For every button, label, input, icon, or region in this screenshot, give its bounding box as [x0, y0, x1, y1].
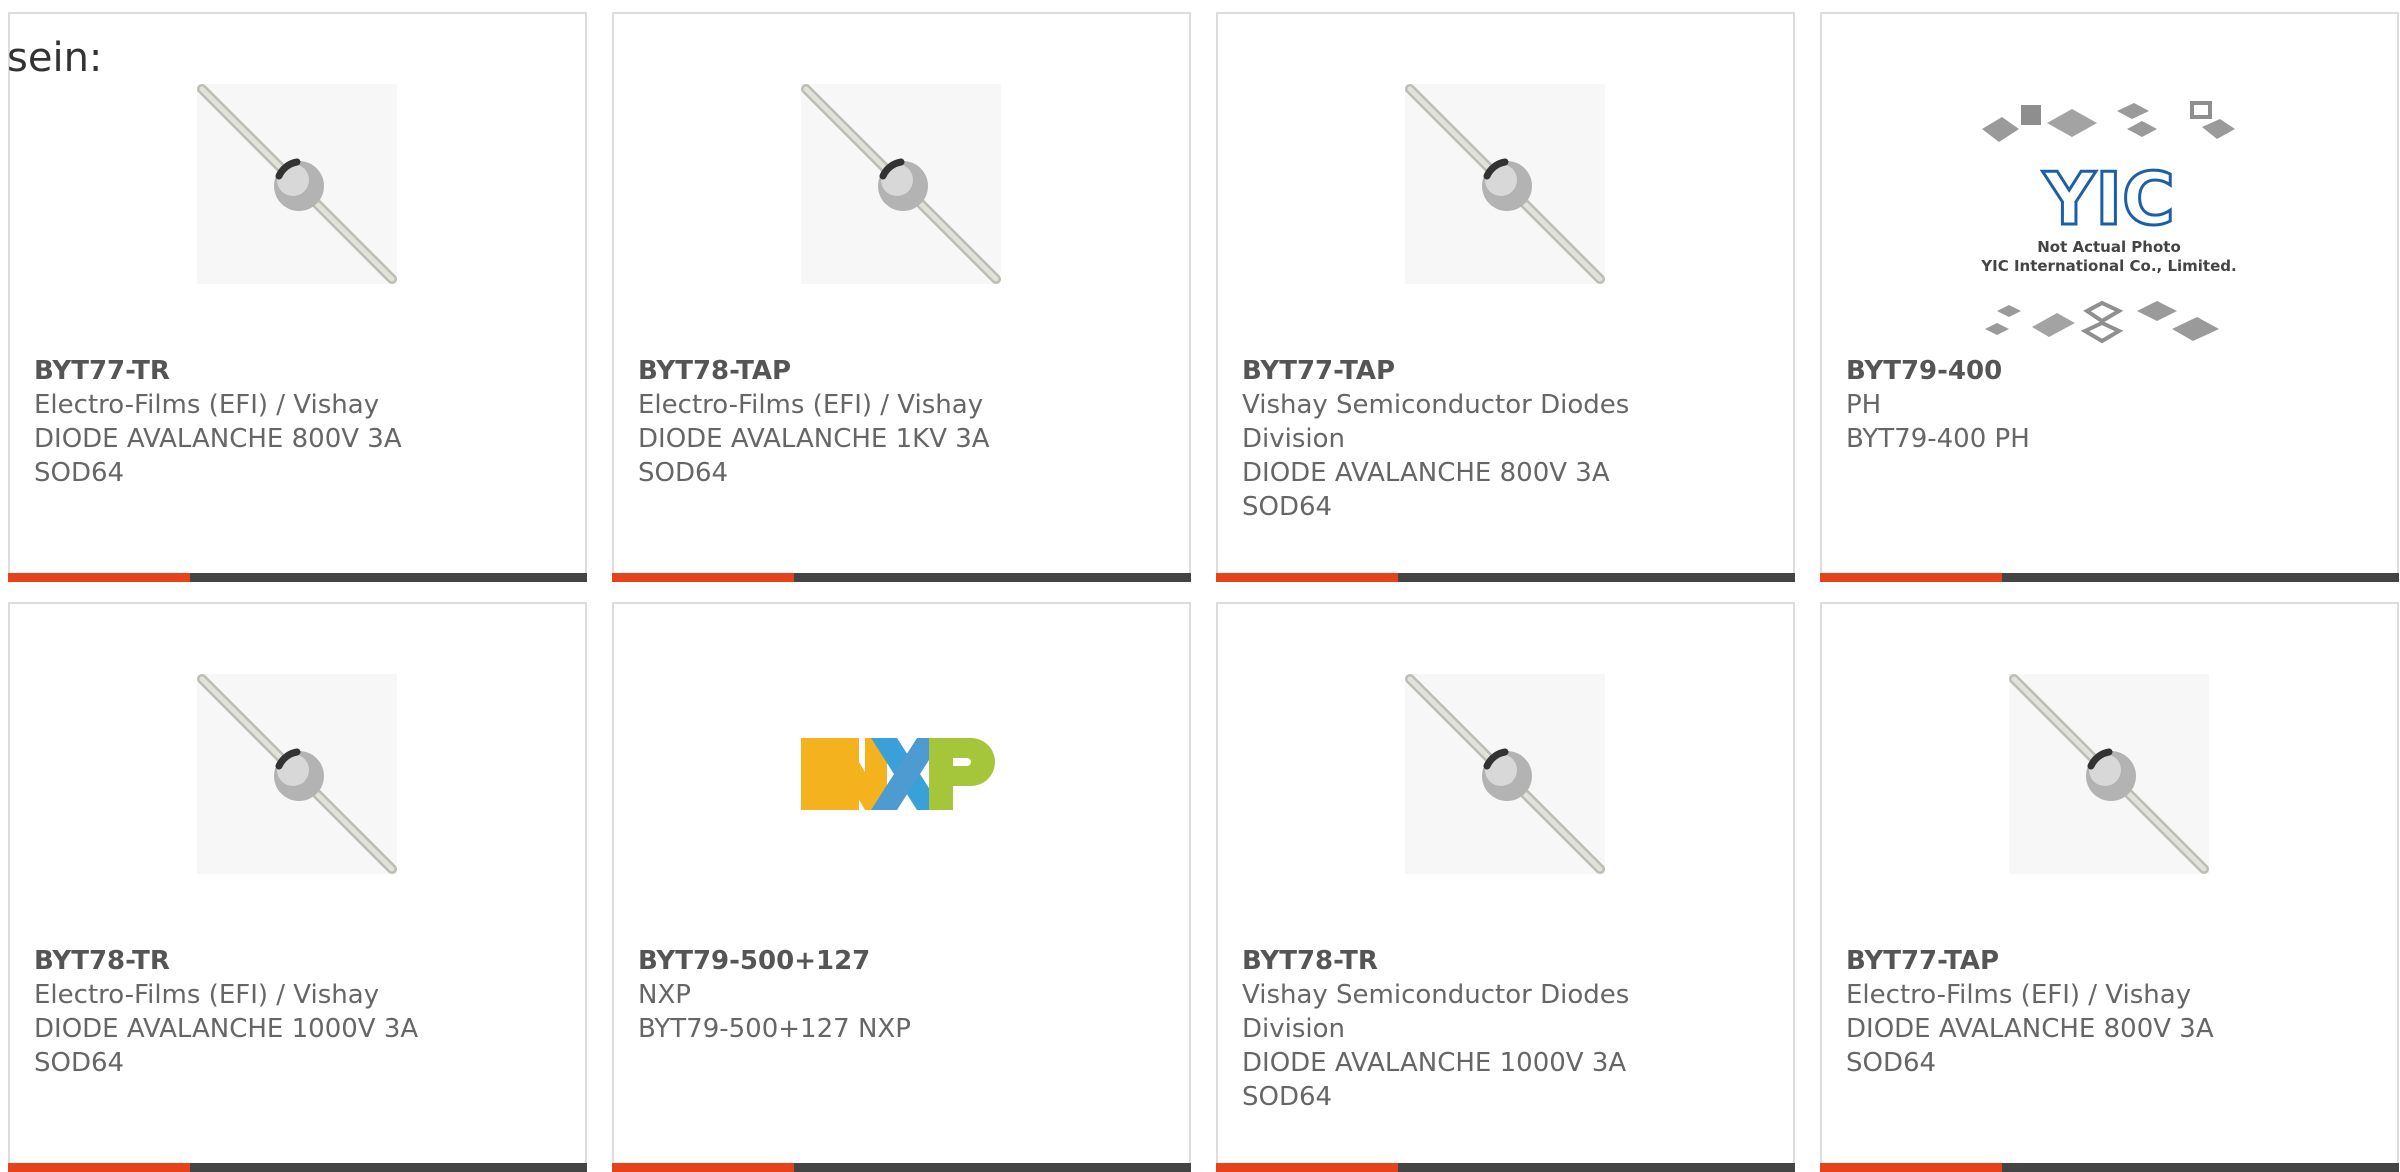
card-bar-accent	[1820, 573, 2002, 582]
description-line: BYT79-400 PH	[1846, 424, 2030, 454]
manufacturer: Vishay Semiconductor Diodes Division	[1242, 980, 1630, 1044]
diode-icon	[197, 84, 397, 284]
product-card[interactable]: BYT78-TR Vishay Semiconductor Diodes Div…	[1216, 602, 1795, 1172]
card-bar-accent	[1820, 1163, 2002, 1172]
card-bar-accent	[612, 1163, 794, 1172]
product-info: BYT78-TR Vishay Semiconductor Diodes Div…	[1242, 944, 1773, 1114]
description-line: SOD64	[34, 458, 125, 488]
part-number[interactable]: BYT79-400	[1846, 354, 2377, 388]
description-line: SOD64	[1242, 1082, 1333, 1112]
description-line: SOD64	[638, 458, 729, 488]
product-image	[1405, 84, 1605, 284]
product-grid: BYT77-TR Electro-Films (EFI) / Vishay DI…	[8, 12, 2399, 1172]
svg-text:YIC International Co., Limited: YIC International Co., Limited.	[1980, 257, 2236, 275]
description-line: SOD64	[1846, 1048, 1937, 1078]
manufacturer: Vishay Semiconductor Diodes Division	[1242, 390, 1630, 454]
product-image	[1405, 674, 1605, 874]
card-bar-accent	[612, 573, 794, 582]
description-line: SOD64	[1242, 492, 1333, 522]
product-info: BYT78-TAP Electro-Films (EFI) / Vishay D…	[638, 354, 1169, 490]
product-info: BYT77-TR Electro-Films (EFI) / Vishay DI…	[34, 354, 565, 490]
part-number[interactable]: BYT79-500+127	[638, 944, 1169, 978]
svg-text:NXP: NXP	[901, 863, 903, 865]
manufacturer: NXP	[638, 980, 691, 1010]
diode-icon	[197, 674, 397, 874]
product-card[interactable]: BYT77-TAP Electro-Films (EFI) / Vishay D…	[1820, 602, 2399, 1172]
card-bar	[8, 573, 587, 582]
part-number[interactable]: BYT78-TAP	[638, 354, 1169, 388]
product-card[interactable]: BYT77-TAP Vishay Semiconductor Diodes Di…	[1216, 12, 1795, 582]
manufacturer: Electro-Films (EFI) / Vishay	[638, 390, 984, 420]
product-card[interactable]: YIC Not Actual Photo YIC International C…	[1820, 12, 2399, 582]
product-card[interactable]: BYT78-TR Electro-Films (EFI) / Vishay DI…	[8, 602, 587, 1172]
card-bar-accent	[1216, 1163, 1398, 1172]
manufacturer: Electro-Films (EFI) / Vishay	[34, 390, 380, 420]
product-info: BYT77-TAP Electro-Films (EFI) / Vishay D…	[1846, 944, 2377, 1080]
product-info: BYT79-500+127 NXP BYT79-500+127 NXP	[638, 944, 1169, 1046]
part-number[interactable]: BYT77-TAP	[1846, 944, 2377, 978]
card-bar-accent	[8, 573, 190, 582]
description-line: BYT79-500+127 NXP	[638, 1014, 911, 1044]
manufacturer: Electro-Films (EFI) / Vishay	[1846, 980, 2192, 1010]
description-line: DIODE AVALANCHE 800V 3A	[1242, 458, 1610, 488]
diode-icon	[1405, 84, 1605, 284]
description-line: DIODE AVALANCHE 800V 3A	[1846, 1014, 2214, 1044]
yic-placeholder-logo: YIC Not Actual Photo YIC International C…	[1980, 101, 2237, 344]
part-number[interactable]: BYT77-TAP	[1242, 354, 1773, 388]
description-line: DIODE AVALANCHE 1KV 3A	[638, 424, 990, 454]
diode-icon	[801, 84, 1001, 284]
intro-text: sein:	[7, 35, 103, 81]
nxp-logo: NXP	[801, 738, 995, 865]
product-image: YIC Not Actual Photo YIC International C…	[1977, 99, 2242, 349]
part-number[interactable]: BYT78-TR	[1242, 944, 1773, 978]
manufacturer: Electro-Films (EFI) / Vishay	[34, 980, 380, 1010]
product-card[interactable]: BYT77-TR Electro-Films (EFI) / Vishay DI…	[8, 12, 587, 582]
card-bar	[612, 1163, 1191, 1172]
card-bar	[612, 573, 1191, 582]
card-bar	[8, 1163, 587, 1172]
card-bar	[1216, 573, 1795, 582]
diode-icon	[2009, 674, 2209, 874]
description-line: DIODE AVALANCHE 1000V 3A	[1242, 1048, 1627, 1078]
part-number[interactable]: BYT78-TR	[34, 944, 565, 978]
product-info: BYT77-TAP Vishay Semiconductor Diodes Di…	[1242, 354, 1773, 524]
product-card[interactable]: BYT78-TAP Electro-Films (EFI) / Vishay D…	[612, 12, 1191, 582]
svg-text:Not Actual Photo: Not Actual Photo	[2037, 238, 2181, 256]
description-line: DIODE AVALANCHE 1000V 3A	[34, 1014, 419, 1044]
card-bar	[1216, 1163, 1795, 1172]
product-image	[801, 84, 1001, 284]
product-info: BYT79-400 PH BYT79-400 PH	[1846, 354, 2377, 456]
description-line: DIODE AVALANCHE 800V 3A	[34, 424, 402, 454]
product-image: NXP	[801, 674, 1001, 874]
card-bar-accent	[1216, 573, 1398, 582]
card-bar	[1820, 1163, 2399, 1172]
product-image	[197, 674, 397, 874]
card-bar-accent	[8, 1163, 190, 1172]
product-image	[197, 84, 397, 284]
product-image	[2009, 674, 2209, 874]
svg-text:YIC: YIC	[2042, 157, 2175, 241]
part-number[interactable]: BYT77-TR	[34, 354, 565, 388]
card-bar	[1820, 573, 2399, 582]
product-info: BYT78-TR Electro-Films (EFI) / Vishay DI…	[34, 944, 565, 1080]
diode-icon	[1405, 674, 1605, 874]
description-line: SOD64	[34, 1048, 125, 1078]
manufacturer: PH	[1846, 390, 1882, 420]
product-card[interactable]: NXP BYT79-500+127 NXP BYT79-500+127 NXP	[612, 602, 1191, 1172]
